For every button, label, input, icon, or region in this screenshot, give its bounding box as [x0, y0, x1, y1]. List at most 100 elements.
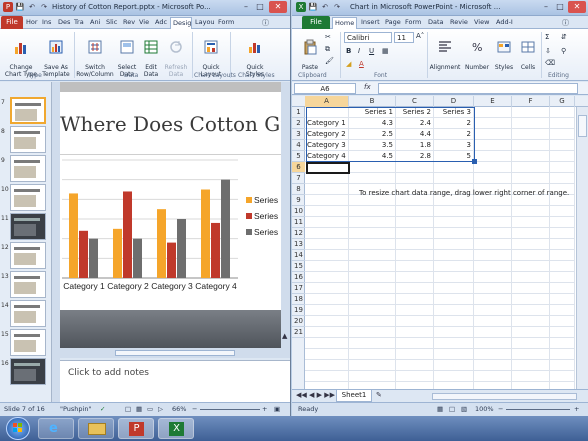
font-name-select[interactable]: Calibri: [344, 32, 392, 43]
column-header[interactable]: F: [512, 96, 550, 107]
taskbar-powerpoint[interactable]: P: [118, 418, 154, 439]
taskbar-ie[interactable]: e: [38, 418, 74, 439]
slide-thumbnail[interactable]: [10, 184, 46, 211]
tab-formulas[interactable]: Form: [403, 17, 424, 29]
help-icon[interactable]: ⓘ: [262, 18, 269, 28]
slide-thumbnail[interactable]: [10, 358, 46, 385]
taskbar-excel[interactable]: X: [158, 418, 194, 439]
bold-button[interactable]: B: [346, 47, 351, 55]
tab-chart-design[interactable]: Desig: [170, 17, 192, 29]
row-header[interactable]: 4: [292, 140, 305, 151]
zoom-in-icon[interactable]: +: [262, 403, 267, 416]
tab-insert[interactable]: Insert: [359, 17, 381, 29]
row-header[interactable]: 3: [292, 129, 305, 140]
xl-vertical-scrollbar[interactable]: [576, 107, 588, 389]
chart-bar[interactable]: [113, 228, 122, 278]
slide-thumbnail[interactable]: [10, 300, 46, 327]
underline-button[interactable]: U: [369, 47, 374, 55]
font-color-icon[interactable]: A: [359, 60, 364, 68]
slide-sorter-icon[interactable]: ▦: [136, 403, 142, 416]
maximize-icon[interactable]: □: [553, 1, 567, 13]
xl-app-icon[interactable]: X: [296, 2, 306, 12]
row-header[interactable]: 7: [292, 173, 305, 184]
chart-bar[interactable]: [211, 222, 220, 278]
redo-icon[interactable]: ↷: [332, 2, 342, 12]
column-header[interactable]: B: [349, 96, 396, 107]
chart-category-label[interactable]: Category 2: [107, 281, 149, 291]
row-header[interactable]: 11: [292, 217, 305, 228]
slide-title[interactable]: Where Does Cotton Grov: [60, 112, 281, 136]
minimize-icon[interactable]: –: [239, 1, 253, 13]
ppt-app-icon[interactable]: P: [3, 2, 13, 12]
row-header[interactable]: 12: [292, 228, 305, 239]
zoom-out-icon[interactable]: −: [192, 403, 197, 416]
spellcheck-icon[interactable]: ✓: [100, 403, 105, 416]
save-icon[interactable]: 💾: [15, 2, 25, 12]
row-header[interactable]: 15: [292, 261, 305, 272]
column-header[interactable]: D: [434, 96, 474, 107]
reading-view-icon[interactable]: ▭: [147, 403, 153, 416]
cut-icon[interactable]: ✂: [325, 33, 331, 41]
paste-button[interactable]: Paste: [297, 32, 323, 71]
legend-swatch[interactable]: [246, 197, 252, 203]
fill-icon[interactable]: ⇩: [545, 47, 551, 55]
sort-filter-icon[interactable]: ⇵: [561, 33, 567, 41]
slide-canvas[interactable]: Where Does Cotton Grov Category 1Categor…: [60, 92, 281, 344]
column-header[interactable]: A: [305, 96, 349, 107]
clear-icon[interactable]: ⌫: [545, 59, 555, 67]
tab-view[interactable]: Vie: [137, 17, 152, 29]
help-icon[interactable]: ⓘ: [562, 18, 569, 28]
worksheet-grid[interactable]: ABCDEFG 1 2 3 4 5 6 7 8 9 10 11 12 13 14 15 16 17 18 19 20 2…: [292, 96, 588, 389]
column-header[interactable]: E: [474, 96, 512, 107]
tab-insert[interactable]: Ins: [40, 17, 55, 29]
row-header[interactable]: 13: [292, 239, 305, 250]
column-header[interactable]: C: [396, 96, 434, 107]
italic-button[interactable]: I: [358, 47, 360, 55]
refresh-data-button[interactable]: Refresh Data: [163, 32, 189, 78]
tab-view[interactable]: View: [472, 17, 492, 29]
slide-thumbnail[interactable]: [10, 329, 46, 356]
row-header[interactable]: 9: [292, 195, 305, 206]
save-icon[interactable]: 💾: [308, 2, 318, 12]
slide-vertical-scrollbar[interactable]: ▲: [281, 82, 290, 348]
font-size-select[interactable]: 11: [394, 32, 414, 43]
zoom-level[interactable]: 100%: [475, 403, 494, 416]
row-header[interactable]: 16: [292, 272, 305, 283]
row-header[interactable]: 21: [292, 327, 305, 338]
row-header[interactable]: 2: [292, 118, 305, 129]
scroll-thumb[interactable]: [115, 350, 235, 356]
row-header[interactable]: 1: [292, 107, 305, 118]
legend-swatch[interactable]: [246, 213, 252, 219]
tab-data[interactable]: Data: [426, 17, 446, 29]
chart-bar[interactable]: [221, 179, 230, 278]
scroll-thumb[interactable]: [578, 115, 587, 137]
row-header[interactable]: 19: [292, 305, 305, 316]
sheet-nav-icons[interactable]: ◀◀ ◀ ▶ ▶▶: [296, 391, 335, 399]
sheet-tab-sheet1[interactable]: Sheet1: [336, 390, 372, 402]
start-button[interactable]: [6, 417, 30, 440]
maximize-icon[interactable]: □: [253, 1, 267, 13]
chart-bar[interactable]: [123, 191, 132, 278]
slide-thumbnail[interactable]: [10, 126, 46, 153]
zoom-in-icon[interactable]: +: [574, 403, 579, 416]
tab-chart-format[interactable]: Form: [216, 17, 236, 29]
edit-data-button[interactable]: Edit Data: [140, 32, 162, 78]
name-box[interactable]: A6: [294, 83, 356, 94]
tab-chart-layout[interactable]: Layou: [193, 17, 215, 29]
chart-data-range-outline[interactable]: [306, 107, 475, 162]
row-header[interactable]: 17: [292, 283, 305, 294]
number-format-button[interactable]: % Number: [463, 32, 491, 71]
tab-slideshow[interactable]: Slic: [104, 17, 120, 29]
tab-transitions[interactable]: Tra: [72, 17, 87, 29]
legend-label[interactable]: Series: [254, 211, 278, 221]
slide-horizontal-scrollbar[interactable]: [60, 348, 290, 358]
normal-view-icon[interactable]: ▦: [437, 403, 443, 416]
legend-label[interactable]: Series: [254, 227, 278, 237]
insert-sheet-icon[interactable]: ✎: [376, 391, 382, 399]
row-header[interactable]: 20: [292, 316, 305, 327]
row-header[interactable]: 6: [292, 162, 305, 173]
alignment-button[interactable]: Alignment: [428, 32, 462, 71]
thumbnail-scrollbar[interactable]: [52, 82, 60, 402]
chart-bar[interactable]: [177, 219, 186, 278]
minimize-icon[interactable]: –: [539, 1, 553, 13]
